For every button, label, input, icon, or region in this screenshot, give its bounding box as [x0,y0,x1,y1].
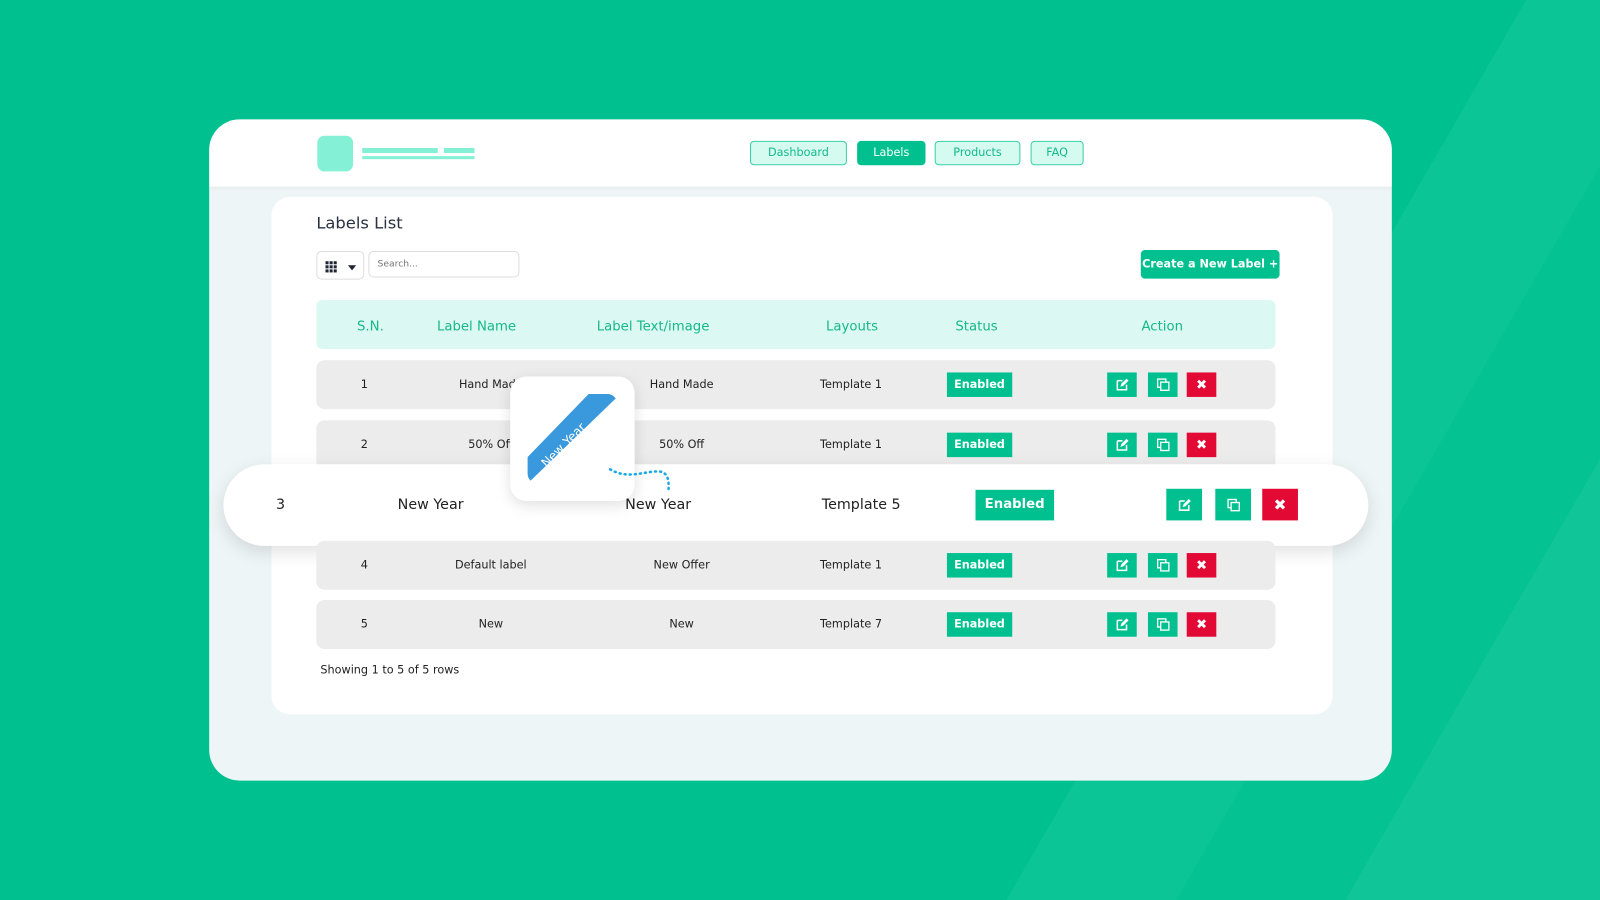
row-label-name: 50% Off [468,437,514,452]
edit-icon [1115,378,1129,392]
copy-button[interactable] [1147,432,1178,458]
copy-icon [1156,438,1170,452]
logo-bar [443,147,475,154]
col-status: Status [955,319,998,335]
nav-faq[interactable]: FAQ [1030,140,1084,166]
status-badge[interactable]: Enabled [946,372,1012,397]
row-sn: 2 [360,437,368,452]
copy-icon [1226,497,1240,511]
status-badge[interactable]: Enabled [946,612,1012,637]
row-sn: 3 [276,496,286,514]
col-action: Action [1141,319,1184,335]
row-layout: Template 1 [820,377,882,391]
page-title: Labels List [316,213,403,233]
delete-button[interactable]: ✖ [1262,488,1298,521]
edit-button[interactable] [1107,553,1137,578]
grid-icon [325,261,357,273]
close-icon: ✖ [1195,377,1208,393]
status-badge[interactable]: Enabled [946,432,1012,458]
close-icon: ✖ [1195,616,1208,633]
copy-button[interactable] [1215,488,1252,521]
edit-icon [1115,438,1129,452]
create-label-button[interactable]: Create a New Label + [1140,249,1280,279]
copy-button[interactable] [1147,553,1178,578]
delete-button[interactable]: ✖ [1186,432,1217,458]
top-navbar: Dashboard Labels Products FAQ [209,119,1392,187]
edit-button[interactable] [1166,488,1203,521]
table-row: 1 Hand Made Hand Made Template 1 Enabled ✖ [316,360,1276,410]
logo [317,135,354,172]
close-icon: ✖ [1195,557,1208,573]
row-sn: 4 [360,558,368,572]
edit-icon [1115,558,1129,572]
status-badge[interactable]: Enabled [975,489,1054,521]
row-sn: 1 [360,377,368,391]
row-label-name: Default label [454,558,527,572]
copy-icon [1156,558,1170,572]
row-label-text: New Offer [653,558,710,572]
row-label-name: New Year [397,496,464,514]
row-layout: Template 5 [821,496,901,514]
close-icon: ✖ [1195,437,1208,453]
col-label-text: Label Text/image [596,319,710,335]
table-row: 2 50% Off 50% Off Template 1 Enabled ✖ [316,420,1276,470]
delete-button[interactable]: ✖ [1186,372,1217,397]
row-layout: Template 7 [820,617,882,631]
pagination-info: Showing 1 to 5 of 5 rows [320,663,460,677]
row-label-name: New [478,617,504,631]
col-layouts: Layouts [826,319,879,335]
edit-icon [1115,617,1129,631]
copy-button[interactable] [1147,612,1178,637]
copy-icon [1156,378,1170,392]
logo-bar [362,147,438,154]
copy-button[interactable] [1147,372,1178,397]
row-label-text: New [669,617,694,631]
edit-button[interactable] [1107,372,1137,397]
row-layout: Template 1 [820,437,882,452]
col-sn: S.N. [357,319,384,335]
edit-button[interactable] [1107,432,1137,458]
nav-products[interactable]: Products [934,140,1021,166]
row-sn: 5 [360,617,368,631]
table-row: 5 New New Template 7 Enabled ✖ [316,599,1276,649]
copy-icon [1156,617,1170,631]
col-label-name: Label Name [436,319,517,335]
row-label-text: Hand Made [649,377,714,391]
row-layout: Template 1 [820,558,882,572]
nav-labels[interactable]: Labels [857,140,926,166]
nav-dashboard[interactable]: Dashboard [749,140,847,166]
logo-bar [362,156,475,160]
delete-button[interactable]: ✖ [1186,553,1217,578]
table-header: S.N. Label Name Label Text/image Layouts… [316,299,1276,349]
table-row-highlighted: 3 New Year New Year Template 5 Enabled ✖ [223,464,1369,546]
table-row: 4 Default label New Offer Template 1 Enabled… [316,540,1276,590]
view-toggle-button[interactable] [316,251,365,280]
edit-button[interactable] [1107,612,1137,637]
dotted-connector [608,468,670,494]
search-input[interactable] [368,251,520,278]
edit-icon [1177,497,1191,511]
delete-button[interactable]: ✖ [1186,612,1217,637]
close-icon: ✖ [1273,495,1287,514]
status-badge[interactable]: Enabled [946,553,1012,578]
